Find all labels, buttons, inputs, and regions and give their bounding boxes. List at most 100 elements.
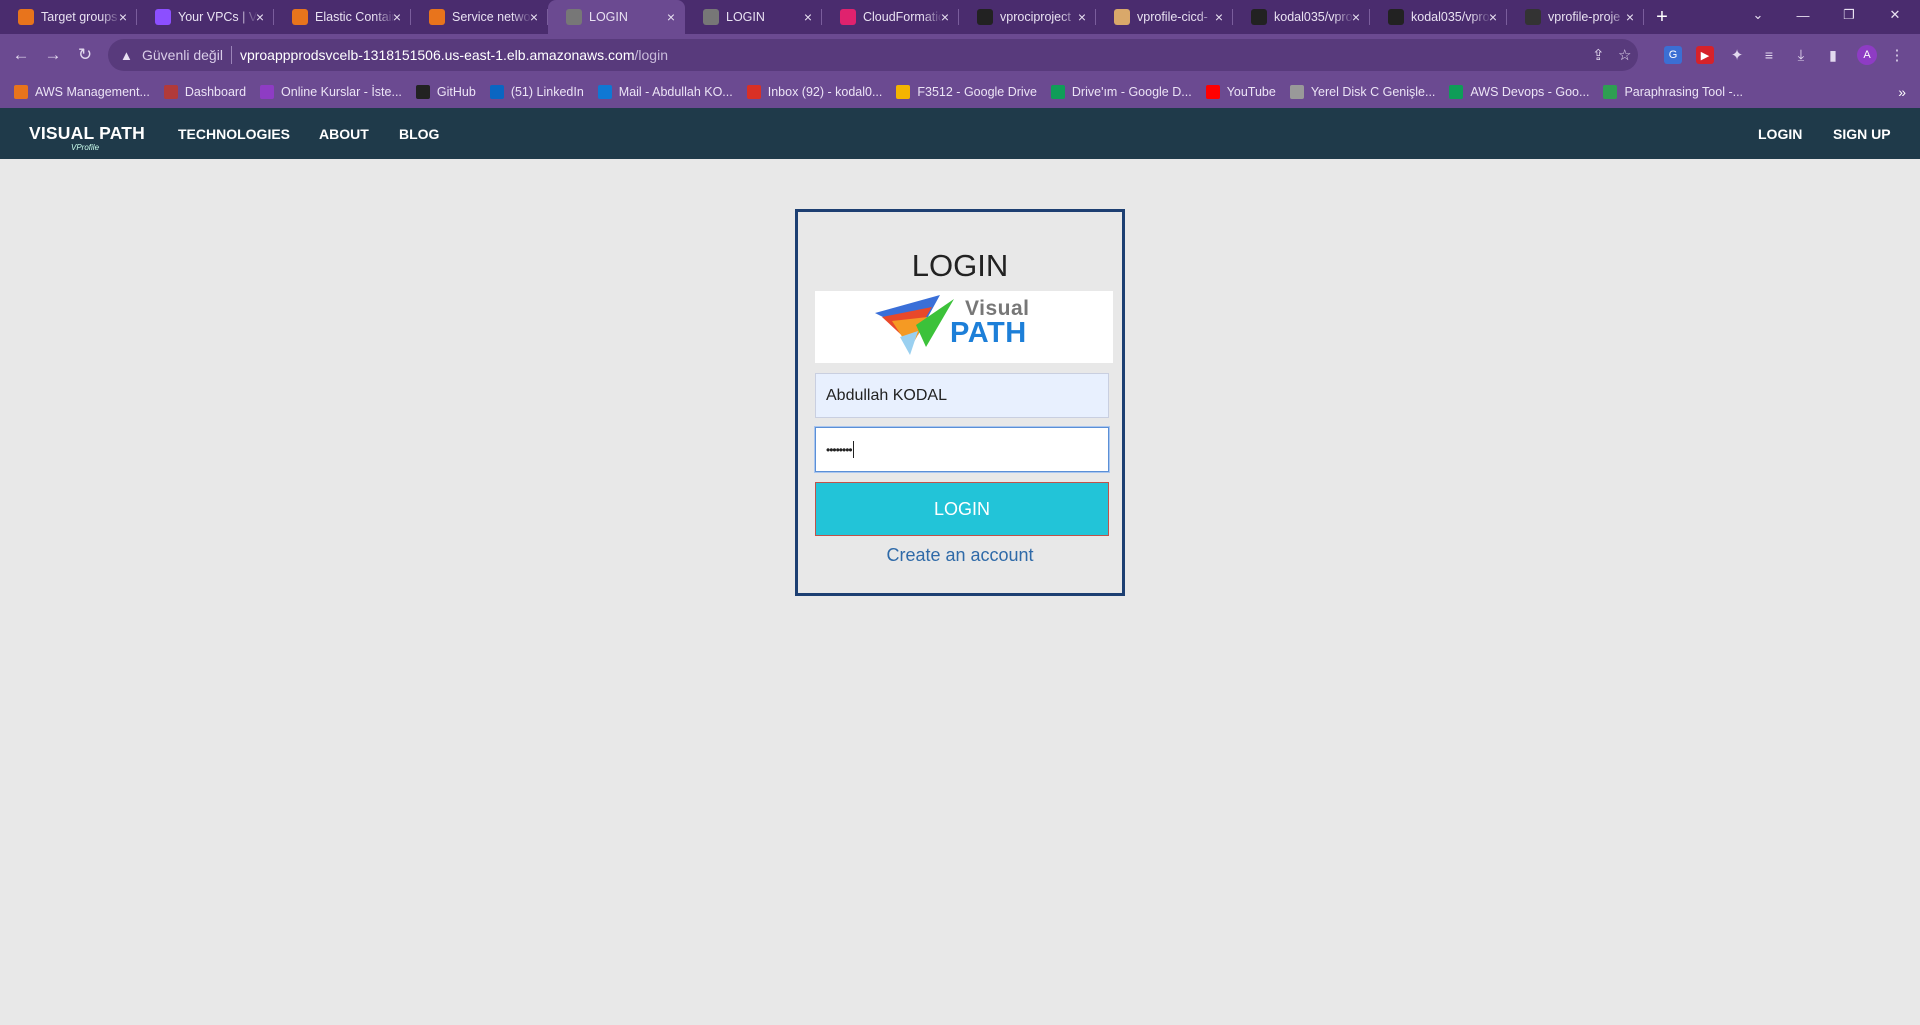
browser-menu-icon[interactable]: ⋮ (1888, 46, 1906, 64)
tab-close-icon[interactable]: × (119, 9, 127, 25)
translate-extension-icon[interactable]: G (1664, 46, 1682, 64)
nav-blog[interactable]: BLOG (399, 126, 439, 142)
tab-close-icon[interactable]: × (1078, 9, 1086, 25)
aws-icon (429, 9, 445, 25)
login-card: LOGIN Visual PATH Abdullah KODAL •••••••… (795, 209, 1125, 596)
tab-close-icon[interactable]: × (1352, 9, 1360, 25)
restore-icon[interactable]: ❐ (1826, 0, 1872, 30)
bookmarks-bar: AWS Management... Dashboard Online Kurslar… (0, 76, 1920, 108)
minimize-icon[interactable]: — (1780, 0, 1826, 30)
bookmark-favicon-icon (1205, 85, 1220, 99)
browser-tab[interactable]: Service networks× (411, 0, 548, 34)
browser-tab[interactable]: kodal035/vpro × (1233, 0, 1370, 34)
nav-about[interactable]: ABOUT (319, 126, 369, 142)
bookmark-favicon-icon (163, 85, 178, 99)
github-icon (977, 9, 993, 25)
download-icon[interactable]: ⤓ (1792, 46, 1810, 64)
browser-tab[interactable]: vprociproject × (959, 0, 1096, 34)
tab-title: Elastic Container (315, 10, 395, 24)
bookmark-item[interactable]: (51) LinkedIn (489, 85, 584, 99)
password-input[interactable]: •••••••• (815, 427, 1109, 472)
browser-tab[interactable]: Your VPCs | VPC× (137, 0, 274, 34)
tab-close-icon[interactable]: × (393, 9, 401, 25)
reload-icon[interactable]: ↻ (74, 44, 96, 66)
tab-search-icon[interactable]: ⌄ (1735, 0, 1781, 30)
bookmark-favicon-icon (1449, 85, 1464, 99)
tab-close-icon[interactable]: × (530, 9, 538, 25)
bookmark-favicon-icon (415, 85, 430, 99)
tab-title: Target groups | EC2 (41, 10, 121, 24)
login-submit-button[interactable]: LOGIN (815, 482, 1109, 536)
browser-tab[interactable]: LOGIN × (685, 0, 822, 34)
nav-sign-up[interactable]: SIGN UP (1833, 126, 1891, 142)
browser-toolbar: ← → ↻ ▲ Güvenli değil vproappprodsvcelb-… (0, 34, 1920, 76)
share-icon[interactable]: ⇪ (1592, 46, 1605, 64)
create-account-link[interactable]: Create an account (798, 545, 1122, 566)
aws-icon (292, 9, 308, 25)
bookmark-item[interactable]: GitHub (415, 85, 476, 99)
extensions-puzzle-icon[interactable]: ✦ (1728, 46, 1746, 64)
username-input[interactable]: Abdullah KODAL (815, 373, 1109, 418)
vpc-icon (155, 9, 171, 25)
url-host: vproappprodsvcelb-1318151506.us-east-1.e… (239, 47, 635, 63)
profile-avatar[interactable]: A (1857, 45, 1877, 65)
tab-title: vprociproject (1000, 10, 1071, 24)
not-secure-icon[interactable]: ▲ (120, 48, 136, 63)
reading-list-icon[interactable]: ≡ (1760, 46, 1778, 64)
side-panel-icon[interactable]: ▮ (1824, 46, 1842, 64)
url-path: /login (634, 47, 668, 63)
bookmark-item[interactable]: Paraphrasing Tool -... (1603, 85, 1743, 99)
globe-icon (566, 9, 582, 25)
browser-tab[interactable]: Elastic Container× (274, 0, 411, 34)
nav-login[interactable]: LOGIN (1758, 126, 1802, 142)
browser-tab[interactable]: Target groups | EC2× (0, 0, 137, 34)
bookmarks-overflow-icon[interactable]: » (1898, 84, 1906, 100)
bookmark-favicon-icon (1050, 85, 1065, 99)
tab-close-icon[interactable]: × (804, 9, 812, 25)
browser-tab[interactable]: LOGIN × (548, 0, 685, 34)
bookmark-star-icon[interactable]: ☆ (1618, 46, 1631, 64)
media-extension-icon[interactable]: ▶ (1696, 46, 1714, 64)
forward-icon[interactable]: → (42, 44, 64, 66)
bookmark-item[interactable]: Drive'ım - Google D... (1050, 85, 1192, 99)
address-separator (230, 46, 232, 64)
address-bar[interactable]: ▲ Güvenli değil vproappprodsvcelb-131815… (108, 39, 1638, 71)
tab-close-icon[interactable]: × (667, 9, 675, 25)
bookmark-label: Paraphrasing Tool -... (1624, 85, 1744, 99)
tab-close-icon[interactable]: × (941, 9, 949, 25)
bookmark-item[interactable]: Dashboard (163, 85, 246, 99)
tab-title: kodal035/vpro (1274, 10, 1353, 24)
tab-close-icon[interactable]: × (1626, 9, 1634, 25)
browser-tab[interactable]: kodal035/vpro × (1370, 0, 1507, 34)
nav-technologies[interactable]: TECHNOLOGIES (178, 126, 290, 142)
browser-tab[interactable]: CloudFormation× (822, 0, 959, 34)
browser-tab[interactable]: vprofile-proje × (1507, 0, 1644, 34)
tab-title: vprofile-proje (1548, 10, 1621, 24)
back-icon[interactable]: ← (10, 44, 32, 66)
close-window-icon[interactable]: ✕ (1872, 0, 1918, 30)
jenkins-icon (1114, 9, 1130, 25)
tab-close-icon[interactable]: × (256, 9, 264, 25)
tab-title: LOGIN (589, 10, 628, 24)
bookmark-label: F3512 - Google Drive (917, 85, 1037, 99)
tab-title: Service networks (452, 10, 532, 24)
bookmark-item[interactable]: F3512 - Google Drive (896, 85, 1037, 99)
new-tab-button[interactable]: + (1644, 0, 1680, 34)
bookmark-item[interactable]: Online Kurslar - İste... (260, 85, 402, 99)
tab-close-icon[interactable]: × (1215, 9, 1223, 25)
bookmark-favicon-icon (597, 85, 612, 99)
bookmark-item[interactable]: Yerel Disk C Genişle... (1289, 85, 1436, 99)
site-brand[interactable]: VISUAL PATH (29, 123, 145, 144)
bookmark-item[interactable]: AWS Management... (14, 85, 150, 99)
tab-title: CloudFormation (863, 10, 943, 24)
bookmark-item[interactable]: Inbox (92) - kodal0... (746, 85, 882, 99)
bookmark-item[interactable]: YouTube (1205, 85, 1276, 99)
bookmark-item[interactable]: Mail - Abdullah KO... (597, 85, 733, 99)
bookmark-item[interactable]: AWS Devops - Goo... (1449, 85, 1589, 99)
browser-tab[interactable]: vprofile-cicd- × (1096, 0, 1233, 34)
bookmark-label: Yerel Disk C Genişle... (1310, 85, 1436, 99)
tab-close-icon[interactable]: × (1489, 9, 1497, 25)
security-label[interactable]: Güvenli değil (142, 47, 223, 63)
cloudformation-icon (840, 9, 856, 25)
github-icon (1251, 9, 1267, 25)
